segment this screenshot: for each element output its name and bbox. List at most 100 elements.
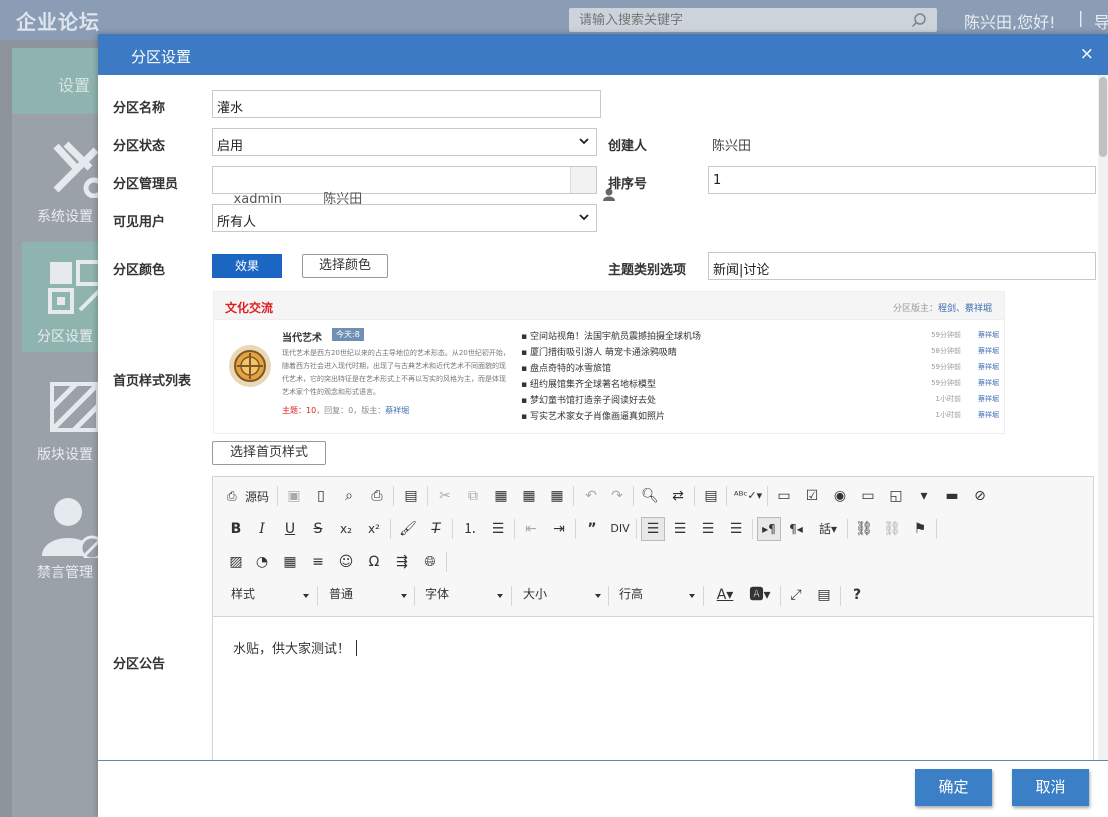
blockquote-icon[interactable]: ” (581, 518, 603, 540)
thread-time: 1小时前 (935, 395, 961, 403)
strikethrough-icon[interactable]: S (307, 518, 329, 540)
cut-icon[interactable]: ✂ (434, 485, 456, 507)
close-icon[interactable]: × (1080, 44, 1094, 64)
order-input[interactable]: 1 (708, 166, 1096, 194)
user-greeting[interactable]: 陈兴田,您好! (964, 9, 1056, 33)
preview-icon[interactable]: ⌕ (338, 485, 360, 507)
sidebar-item-system[interactable]: 系统设置 (10, 130, 104, 240)
page-break-icon[interactable]: ⇶ (391, 551, 413, 573)
ordered-list-icon[interactable]: ⒈ (459, 518, 481, 540)
justify-icon[interactable]: ☰ (725, 518, 747, 540)
line-height-combo[interactable]: 行高 (619, 585, 695, 607)
show-blocks-icon[interactable]: ▤ (813, 584, 835, 606)
outdent-icon[interactable]: ⇤ (520, 518, 542, 540)
toolbar-separator (573, 486, 574, 506)
save-icon[interactable]: ▣ (283, 485, 305, 507)
textfield-icon[interactable]: ▭ (857, 485, 879, 507)
button-field-icon[interactable]: ▬ (941, 485, 963, 507)
color-effect-swatch[interactable]: 效果 (212, 254, 282, 278)
smiley-icon[interactable]: ☺ (335, 551, 357, 573)
sidebar-item-board[interactable]: 版块设置 (10, 370, 100, 480)
sidebar-item-section[interactable]: 分区设置 (10, 250, 102, 360)
rtl-icon[interactable]: ¶◂ (785, 518, 807, 540)
bold-icon[interactable]: B (225, 518, 247, 540)
section-name-input[interactable]: 灌水 (212, 90, 601, 118)
new-document-icon[interactable]: ▯ (310, 485, 332, 507)
align-center-icon[interactable]: ☰ (669, 518, 691, 540)
section-admin-input[interactable]: xadmin 陈兴田 (212, 166, 615, 207)
textarea-icon[interactable]: ◱ (885, 485, 907, 507)
preview-moderators-names: 程剑、蔡祥堀 (937, 304, 992, 314)
print-icon[interactable]: ⎙ (366, 485, 388, 507)
background-color-icon[interactable]: 🅰︎▾ (745, 584, 775, 606)
sidebar-item-mute[interactable]: 禁言管理 (10, 488, 104, 598)
user-picker-icon[interactable] (570, 167, 615, 201)
undo-icon[interactable]: ↶ (580, 485, 602, 507)
preview-today-badge: 今天:8 (332, 328, 364, 341)
text-color-icon[interactable]: A▾ (710, 584, 740, 606)
visible-users-select[interactable]: 所有人 (212, 204, 597, 232)
choose-home-style-button[interactable]: 选择首页样式 (212, 441, 326, 465)
dialog-scrollbar[interactable] (1098, 75, 1108, 760)
copy-icon[interactable]: ⧉ (462, 485, 484, 507)
thread-time: 59分钟前 (931, 379, 961, 387)
font-combo[interactable]: 字体 (425, 585, 503, 607)
paste-icon[interactable]: ▦ (490, 485, 512, 507)
underline-icon[interactable]: U (279, 518, 301, 540)
select-all-icon[interactable]: ▤ (700, 485, 722, 507)
bullet-list-icon[interactable]: ☰ (487, 518, 509, 540)
checkbox-icon[interactable]: ☑ (801, 485, 823, 507)
paste-word-icon[interactable]: ▦ (546, 485, 568, 507)
italic-icon[interactable]: I (251, 518, 273, 540)
search-input[interactable] (569, 8, 899, 32)
spellcheck-icon[interactable]: ᴬᴮᶜ✓▾ (733, 485, 763, 507)
language-icon[interactable]: 話▾ (813, 518, 843, 540)
anchor-icon[interactable]: ⚑ (909, 518, 931, 540)
subscript-icon[interactable]: x₂ (335, 518, 357, 540)
div-container-icon[interactable]: DIV (609, 518, 631, 540)
special-char-icon[interactable]: Ω (363, 551, 385, 573)
ltr-icon[interactable]: ▸¶ (757, 517, 781, 541)
style-combo[interactable]: 样式 (231, 585, 309, 607)
format-painter-icon[interactable]: 🖌︎ (397, 518, 419, 540)
help-icon[interactable]: ? (846, 584, 868, 606)
form-icon[interactable]: ▭ (773, 485, 795, 507)
thread-time: 58分钟前 (931, 347, 961, 355)
select-field-icon[interactable]: ▾ (913, 485, 935, 507)
search-box[interactable] (569, 8, 937, 32)
search-icon[interactable] (911, 12, 927, 28)
superscript-icon[interactable]: x² (363, 518, 385, 540)
scrollbar-thumb[interactable] (1099, 77, 1107, 157)
toolbar-separator (317, 586, 318, 606)
iframe-icon[interactable]: 🌐︎ (419, 551, 441, 573)
paste-text-icon[interactable]: ▦ (518, 485, 540, 507)
maximize-icon[interactable]: ⤢ (785, 584, 807, 606)
horizontal-rule-icon[interactable]: ≡ (307, 551, 329, 573)
cancel-button[interactable]: 取消 (1012, 769, 1089, 806)
template-icon[interactable]: ▤ (400, 485, 422, 507)
align-left-icon[interactable]: ☰ (641, 517, 665, 541)
source-button[interactable]: ⎙ 源码 (225, 485, 271, 507)
header-nav-link[interactable]: 导 (1094, 9, 1108, 33)
section-status-select[interactable]: 启用 (212, 128, 597, 156)
size-combo[interactable]: 大小 (523, 585, 601, 607)
choose-color-button[interactable]: 选择颜色 (302, 254, 388, 278)
indent-icon[interactable]: ⇥ (548, 518, 570, 540)
table-icon[interactable]: ▦ (279, 551, 301, 573)
paragraph-format-combo[interactable]: 普通 (329, 585, 407, 607)
sidebar-top-tab[interactable]: 设置 (12, 48, 100, 114)
hidden-field-icon[interactable]: ⊘ (969, 485, 991, 507)
link-icon[interactable]: ⛓︎ (853, 518, 875, 540)
align-right-icon[interactable]: ☰ (697, 518, 719, 540)
replace-icon[interactable]: ⇄ (667, 485, 689, 507)
remove-format-icon[interactable]: T̶ (425, 518, 447, 540)
ok-button[interactable]: 确定 (915, 769, 992, 806)
radio-icon[interactable]: ◉ (829, 485, 851, 507)
editor-content-area[interactable]: 水贴，供大家测试！ (233, 638, 358, 657)
flash-icon[interactable]: ◔ (251, 551, 273, 573)
find-icon[interactable]: 🔍︎ (639, 485, 661, 507)
redo-icon[interactable]: ↷ (606, 485, 628, 507)
unlink-icon[interactable]: ⛓︎ (881, 518, 903, 540)
topic-category-input[interactable]: 新闻|讨论 (708, 252, 1096, 280)
image-icon[interactable]: ▨ (225, 551, 247, 573)
